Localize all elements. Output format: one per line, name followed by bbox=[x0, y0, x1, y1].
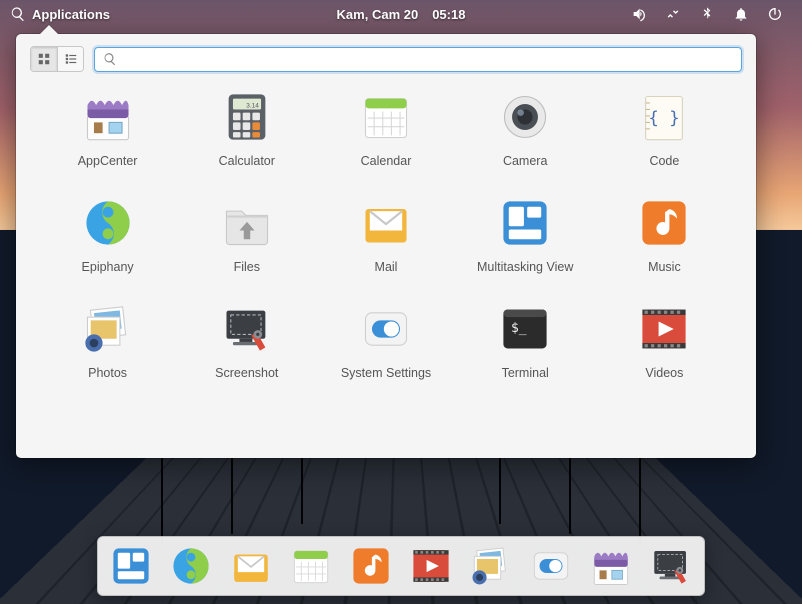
volume-icon bbox=[631, 6, 647, 22]
power-icon bbox=[767, 6, 783, 22]
top-panel: Applications Kam, Cam 20 05:18 bbox=[0, 0, 802, 28]
session-indicator[interactable] bbox=[764, 6, 786, 22]
app-mail[interactable]: Mail bbox=[316, 194, 455, 274]
app-appcenter[interactable]: AppCenter bbox=[38, 88, 177, 168]
app-label: Calendar bbox=[361, 154, 412, 168]
app-label: Code bbox=[649, 154, 679, 168]
mail-icon bbox=[357, 194, 415, 252]
app-label: Epiphany bbox=[82, 260, 134, 274]
calculator-icon bbox=[218, 88, 276, 146]
app-calendar[interactable]: Calendar bbox=[316, 88, 455, 168]
app-grid: AppCenter Calculator Calendar Camera Cod… bbox=[16, 80, 756, 392]
grid-icon bbox=[37, 52, 51, 66]
app-terminal[interactable]: Terminal bbox=[456, 300, 595, 380]
calendar-icon bbox=[357, 88, 415, 146]
app-label: Camera bbox=[503, 154, 547, 168]
files-icon bbox=[218, 194, 276, 252]
dock-screenshot[interactable] bbox=[648, 543, 694, 589]
app-label: Photos bbox=[88, 366, 127, 380]
app-label: Screenshot bbox=[215, 366, 278, 380]
dock-mail[interactable] bbox=[228, 543, 274, 589]
terminal-icon bbox=[496, 300, 554, 358]
app-calculator[interactable]: Calculator bbox=[177, 88, 316, 168]
multitasking-icon bbox=[496, 194, 554, 252]
applications-popover: AppCenter Calculator Calendar Camera Cod… bbox=[16, 34, 756, 458]
applications-menu-button[interactable]: Applications bbox=[10, 6, 110, 22]
bell-icon bbox=[733, 6, 749, 22]
view-toggle bbox=[30, 46, 84, 72]
dock bbox=[97, 536, 705, 596]
app-screenshot[interactable]: Screenshot bbox=[177, 300, 316, 380]
appcenter-icon bbox=[79, 88, 137, 146]
network-indicator[interactable] bbox=[662, 6, 684, 22]
app-label: Multitasking View bbox=[477, 260, 573, 274]
dock-multitasking[interactable] bbox=[108, 543, 154, 589]
dock-epiphany[interactable] bbox=[168, 543, 214, 589]
dock-calendar[interactable] bbox=[288, 543, 334, 589]
dock-appcenter[interactable] bbox=[588, 543, 634, 589]
dock-music[interactable] bbox=[348, 543, 394, 589]
app-camera[interactable]: Camera bbox=[456, 88, 595, 168]
app-label: Videos bbox=[645, 366, 683, 380]
photos-icon bbox=[79, 300, 137, 358]
camera-icon bbox=[496, 88, 554, 146]
dock-settings[interactable] bbox=[528, 543, 574, 589]
applications-label: Applications bbox=[32, 7, 110, 22]
epiphany-icon bbox=[79, 194, 137, 252]
app-multitasking[interactable]: Multitasking View bbox=[456, 194, 595, 274]
dock-photos[interactable] bbox=[468, 543, 514, 589]
bluetooth-icon bbox=[699, 6, 715, 22]
videos-icon bbox=[635, 300, 693, 358]
date-label: Kam, Cam 20 bbox=[337, 7, 419, 22]
search-field[interactable] bbox=[94, 47, 742, 72]
settings-icon bbox=[357, 300, 415, 358]
dock-videos[interactable] bbox=[408, 543, 454, 589]
grid-view-button[interactable] bbox=[31, 47, 57, 71]
app-label: Calculator bbox=[219, 154, 275, 168]
sound-indicator[interactable] bbox=[628, 6, 650, 22]
music-icon bbox=[635, 194, 693, 252]
network-icon bbox=[665, 6, 681, 22]
app-files[interactable]: Files bbox=[177, 194, 316, 274]
search-icon bbox=[10, 6, 26, 22]
app-label: AppCenter bbox=[78, 154, 138, 168]
bluetooth-indicator[interactable] bbox=[696, 6, 718, 22]
app-settings[interactable]: System Settings bbox=[316, 300, 455, 380]
list-view-button[interactable] bbox=[57, 47, 83, 71]
clock[interactable]: Kam, Cam 20 05:18 bbox=[337, 7, 466, 22]
code-icon bbox=[635, 88, 693, 146]
app-label: Files bbox=[234, 260, 260, 274]
app-videos[interactable]: Videos bbox=[595, 300, 734, 380]
list-icon bbox=[64, 52, 78, 66]
app-music[interactable]: Music bbox=[595, 194, 734, 274]
app-photos[interactable]: Photos bbox=[38, 300, 177, 380]
app-label: Mail bbox=[375, 260, 398, 274]
time-label: 05:18 bbox=[432, 7, 465, 22]
app-label: Music bbox=[648, 260, 681, 274]
search-input[interactable] bbox=[123, 52, 733, 67]
app-epiphany[interactable]: Epiphany bbox=[38, 194, 177, 274]
notifications-indicator[interactable] bbox=[730, 6, 752, 22]
app-label: System Settings bbox=[341, 366, 431, 380]
app-code[interactable]: Code bbox=[595, 88, 734, 168]
search-icon bbox=[103, 52, 117, 66]
app-label: Terminal bbox=[502, 366, 549, 380]
screenshot-icon bbox=[218, 300, 276, 358]
